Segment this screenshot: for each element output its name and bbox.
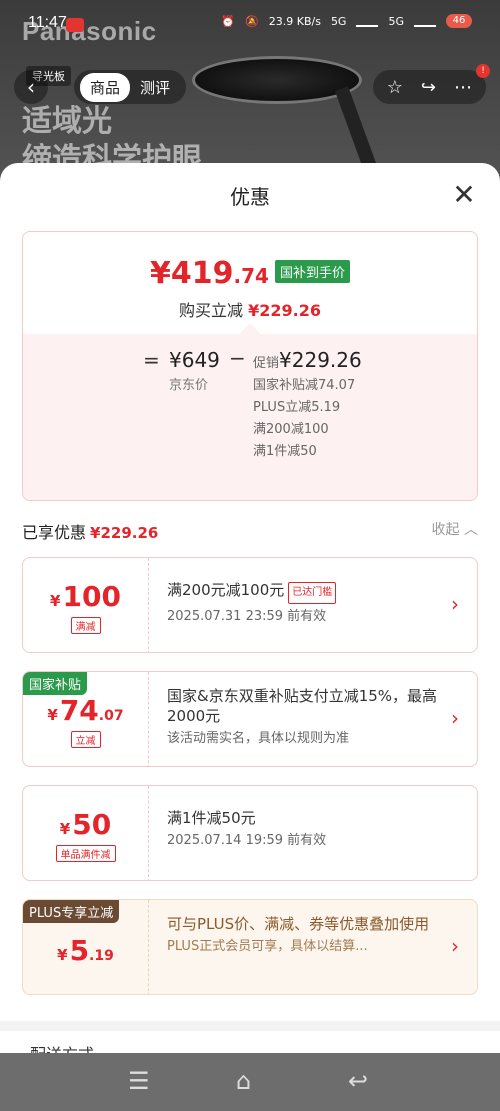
card-title: 可与PLUS价、满减、券等优惠叠加使用 — [167, 915, 430, 933]
card-amount-int: 5 — [69, 934, 90, 967]
card-yen: ¥ — [57, 946, 68, 964]
chevron-right-icon: › — [451, 934, 459, 958]
card-amount-area: ¥50 单品满件减 — [23, 786, 149, 880]
card-amount-int: 100 — [62, 580, 121, 613]
card-desc: 可与PLUS价、满减、券等优惠叠加使用 PLUS正式会员可享，具体以结算... — [167, 914, 442, 956]
promo-card-piece-reduce[interactable]: ¥50 单品满件减 满1件减50元 2025.07.14 19:59 前有效 — [22, 785, 478, 881]
promo-label: 促销 — [253, 356, 280, 371]
card-yen: ¥ — [59, 820, 71, 838]
menu-icon[interactable]: ☰ — [128, 1067, 150, 1095]
sheet-title: 优惠 — [230, 185, 270, 209]
star-icon[interactable]: ☆ — [387, 77, 403, 98]
card-type-badge: 单品满件减 — [55, 845, 116, 862]
chevron-right-icon: › — [451, 592, 459, 616]
promo-card-plus[interactable]: ¥5.19 PLUS专享立减 可与PLUS价、满减、券等优惠叠加使用 PLUS正… — [22, 899, 478, 995]
jd-price-label: 京东价 — [169, 378, 209, 393]
promo-item-gov: 国家补贴减74.07 — [253, 378, 356, 393]
notice-badge: ! — [476, 64, 490, 78]
mute-icon: 🔕 — [245, 14, 259, 28]
jd-price: ¥649 — [169, 348, 220, 372]
card-amount-int: 74 — [59, 694, 99, 727]
status-time: 11:47 — [28, 14, 67, 31]
card-yen: ¥ — [47, 706, 58, 724]
gov-subsidy-tag: 国补到手价 — [274, 260, 350, 283]
card-subtitle: 2025.07.14 19:59 前有效 — [167, 833, 327, 848]
card-subtitle: 该活动需实名，具体以规则为准 — [167, 731, 350, 746]
promo-item-full-reduce: 满200减100 — [253, 422, 329, 437]
minus-sign: − — [229, 346, 246, 370]
enjoyed-discount-row: 已享优惠 ¥229.26 收起 ︿ — [22, 519, 478, 543]
share-icon[interactable]: ↪ — [421, 77, 436, 98]
promo-amount: ¥229.26 — [279, 348, 362, 372]
alarm-icon: ⏰ — [221, 14, 236, 28]
card-corner-tag: 国家补贴 — [23, 672, 88, 695]
tab-product[interactable]: 商品 — [80, 72, 131, 102]
card-subtitle: 2025.07.31 23:59 前有效 — [167, 609, 327, 624]
card-yen: ¥ — [50, 592, 61, 610]
promo-card-full-reduce[interactable]: ¥100 满减 满200元减100元 已达门槛 2025.07.31 23:59 … — [22, 557, 478, 653]
more-icon[interactable]: ⋯ — [454, 77, 472, 98]
enjoyed-label: 已享优惠 ¥229.26 — [22, 523, 158, 542]
nav-actions: ☆ ↪ ⋯ — [372, 70, 486, 104]
enjoyed-text: 已享优惠 — [22, 523, 87, 542]
card-title: 满200元减100元 已达门槛 — [167, 580, 442, 604]
section-divider — [0, 1021, 500, 1031]
card-desc: 满200元减100元 已达门槛 2025.07.31 23:59 前有效 — [167, 580, 442, 626]
card-amount-int: 50 — [72, 808, 112, 841]
net-speed: 23.9 KB/s — [268, 14, 321, 28]
net-label-1: 5G — [330, 14, 347, 28]
close-icon[interactable]: ✕ — [450, 181, 478, 209]
card-amount-area: ¥100 满减 — [23, 558, 149, 652]
card-amount-dec: .19 — [89, 948, 114, 964]
promo-breakdown: 促销¥229.26 国家补贴减74.07 PLUS立减5.19 满200减100… — [253, 348, 363, 460]
signal-icon-2 — [414, 15, 436, 27]
equals-sign: = — [143, 348, 160, 372]
card-title-text: 满200元减100元 — [167, 581, 285, 599]
return-icon[interactable]: ↩ — [348, 1067, 368, 1095]
card-subtitle: PLUS正式会员可享，具体以结算... — [167, 939, 368, 954]
card-corner-tag: PLUS专享立减 — [23, 900, 120, 923]
card-title: 满1件减50元 — [167, 809, 256, 827]
net-label-2: 5G — [388, 14, 404, 28]
tab-review[interactable]: 测评 — [130, 73, 180, 102]
home-icon[interactable]: ⌂ — [236, 1067, 251, 1095]
final-price: ¥419.74 — [150, 256, 269, 291]
card-type-badge: 立减 — [70, 731, 101, 748]
nav-tabs: 商品 测评 — [74, 70, 187, 104]
system-nav-bar: ☰ ⌂ ↩ — [0, 1053, 500, 1111]
collapse-toggle[interactable]: 收起 ︿ — [432, 519, 478, 539]
buy-reduce-label: 购买立减 — [179, 301, 244, 320]
final-price-int: ¥419 — [150, 256, 234, 291]
back-icon[interactable]: ‹ — [14, 70, 48, 104]
promo-item-piece-reduce: 满1件减50 — [253, 444, 317, 459]
enjoyed-amount: ¥229.26 — [90, 524, 159, 542]
app-notification-icon — [66, 18, 84, 32]
promo-item-plus: PLUS立减5.19 — [253, 400, 341, 415]
card-amount: ¥100 — [23, 580, 148, 613]
chevron-right-icon: › — [451, 706, 459, 730]
card-desc: 满1件减50元 2025.07.14 19:59 前有效 — [167, 808, 442, 850]
card-amount-dec: .07 — [98, 708, 124, 724]
buy-reduce-line: 购买立减 ¥229.26 — [23, 297, 477, 321]
top-nav: 导光板 ‹ 商品 测评 ☆ ↪ ⋯ ! — [0, 62, 500, 110]
price-breakdown: = ¥649 京东价 − 促销¥229.26 国家补贴减74.07 PLUS立减… — [23, 334, 477, 500]
card-title: 国家&京东双重补贴支付立减15%，最高2000元 — [167, 687, 438, 725]
promo-card-gov-subsidy[interactable]: ¥74.07 立减 国家补贴 国家&京东双重补贴支付立减15%，最高2000元 … — [22, 671, 478, 767]
signal-icon — [356, 15, 379, 27]
status-bar: 11:47 ⏰ 🔕 23.9 KB/s 5G 5G 46 — [0, 0, 500, 48]
buy-reduce-amount: ¥229.26 — [248, 301, 321, 320]
threshold-reached-badge: 已达门槛 — [288, 582, 337, 604]
battery-icon: 46 — [446, 14, 472, 28]
card-type-badge: 满减 — [70, 617, 101, 634]
card-desc: 国家&京东双重补贴支付立减15%，最高2000元 该活动需实名，具体以规则为准 — [167, 686, 442, 748]
price-summary: ¥419.74 国补到手价 购买立减 ¥229.26 = ¥649 京东价 − … — [22, 231, 478, 501]
card-amount: ¥74.07 — [23, 694, 148, 727]
final-price-dec: .74 — [233, 264, 269, 288]
status-icons: ⏰ 🔕 23.9 KB/s 5G 5G 46 — [221, 14, 472, 28]
card-amount: ¥5.19 — [23, 934, 148, 967]
next-section-title: 配送方式 — [30, 1041, 94, 1053]
promo-sheet: 优惠 ✕ ¥419.74 国补到手价 购买立减 ¥229.26 = ¥649 京… — [0, 163, 500, 1053]
promo-head: 促销¥229.26 — [253, 348, 363, 372]
card-amount: ¥50 — [23, 808, 148, 841]
